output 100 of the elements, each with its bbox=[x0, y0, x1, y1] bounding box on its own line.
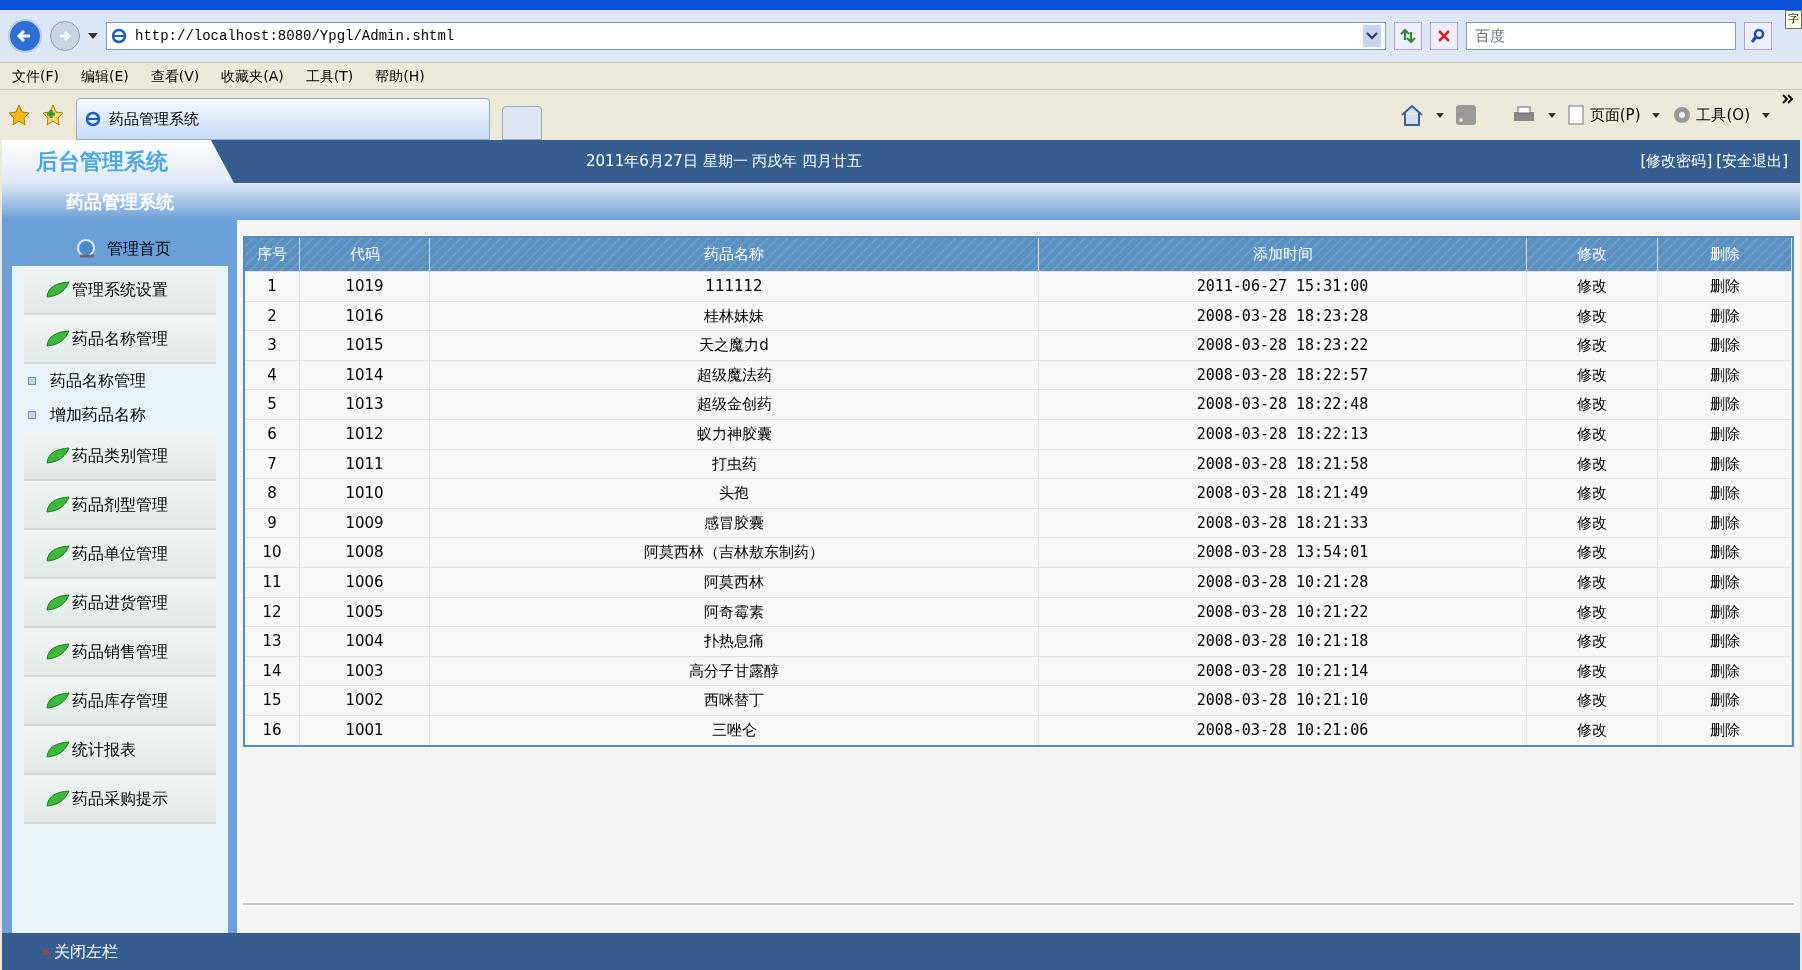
chevron-icon[interactable] bbox=[1782, 94, 1794, 104]
dropdown-icon bbox=[1762, 112, 1770, 118]
delete-link[interactable]: 删除 bbox=[1658, 449, 1792, 479]
stop-button[interactable] bbox=[1430, 22, 1458, 50]
home-icon[interactable] bbox=[1399, 104, 1424, 126]
edit-link[interactable]: 修改 bbox=[1527, 272, 1658, 301]
edit-link[interactable]: 修改 bbox=[1527, 686, 1658, 715]
leaf-icon bbox=[46, 446, 70, 465]
delete-link[interactable]: 删除 bbox=[1658, 715, 1792, 745]
table-cell: 三唑仑 bbox=[430, 715, 1039, 745]
table-cell: 2008-03-28 10:21:06 bbox=[1039, 715, 1527, 745]
table-cell: 14 bbox=[245, 656, 300, 686]
edit-link[interactable]: 修改 bbox=[1527, 715, 1658, 745]
sidebar-item[interactable]: 管理系统设置 bbox=[24, 266, 216, 315]
table-cell: 2008-03-28 18:21:33 bbox=[1039, 508, 1527, 538]
table-cell: 感冒胶囊 bbox=[430, 508, 1039, 538]
delete-link[interactable]: 删除 bbox=[1658, 538, 1792, 567]
command-button[interactable]: 页面(P) bbox=[1567, 103, 1661, 127]
back-button[interactable] bbox=[8, 19, 42, 53]
table-cell: 1001 bbox=[300, 715, 430, 745]
sidebar-item[interactable]: 药品单位管理 bbox=[24, 530, 216, 579]
header-link[interactable]: [修改密码] bbox=[1640, 150, 1713, 173]
delete-link[interactable]: 删除 bbox=[1658, 627, 1792, 656]
table-cell: 2008-03-28 18:23:22 bbox=[1039, 331, 1527, 360]
home-link[interactable]: 管理首页 bbox=[12, 232, 234, 266]
edit-link[interactable]: 修改 bbox=[1527, 627, 1658, 656]
delete-link[interactable]: 删除 bbox=[1658, 567, 1792, 597]
sidebar-item[interactable]: 药品名称管理 bbox=[24, 315, 216, 364]
delete-link[interactable]: 删除 bbox=[1658, 390, 1792, 419]
delete-link[interactable]: 删除 bbox=[1658, 301, 1792, 331]
command-button[interactable]: 工具(O) bbox=[1672, 103, 1770, 127]
close-sidebar-link[interactable]: 关闭左栏 bbox=[54, 939, 118, 964]
search-field[interactable]: 百度 bbox=[1466, 22, 1736, 50]
table-cell: 超级魔法药 bbox=[430, 360, 1039, 390]
menu-item[interactable]: 帮助(H) bbox=[375, 65, 425, 87]
delete-link[interactable]: 删除 bbox=[1658, 479, 1792, 508]
table-cell: 2008-03-28 10:21:10 bbox=[1039, 686, 1527, 715]
forward-button[interactable] bbox=[50, 21, 80, 51]
star-icon[interactable] bbox=[8, 104, 30, 126]
edit-link[interactable]: 修改 bbox=[1527, 449, 1658, 479]
sidebar-subitem[interactable]: 药品名称管理 bbox=[24, 364, 216, 398]
close-icon bbox=[1437, 29, 1451, 43]
refresh-button[interactable] bbox=[1394, 22, 1422, 50]
browser-tab[interactable]: 药品管理系统 bbox=[76, 98, 490, 140]
table-cell: 1006 bbox=[300, 567, 430, 597]
delete-link[interactable]: 删除 bbox=[1658, 360, 1792, 390]
search-button[interactable] bbox=[1744, 22, 1772, 50]
edit-link[interactable]: 修改 bbox=[1527, 656, 1658, 686]
gear-icon bbox=[1672, 105, 1693, 125]
column-header: 添加时间 bbox=[1039, 238, 1527, 271]
table-cell: 1009 bbox=[300, 508, 430, 538]
sidebar-item[interactable]: 药品销售管理 bbox=[24, 628, 216, 677]
edit-link[interactable]: 修改 bbox=[1527, 597, 1658, 627]
delete-link[interactable]: 删除 bbox=[1658, 272, 1792, 301]
table-cell: 2008-03-28 10:21:22 bbox=[1039, 597, 1527, 627]
leaf-icon bbox=[46, 280, 70, 299]
edit-link[interactable]: 修改 bbox=[1527, 301, 1658, 331]
sidebar-item[interactable]: 药品进货管理 bbox=[24, 579, 216, 628]
table-cell: 1003 bbox=[300, 656, 430, 686]
delete-link[interactable]: 删除 bbox=[1658, 419, 1792, 449]
delete-link[interactable]: 删除 bbox=[1658, 597, 1792, 627]
menu-item[interactable]: 文件(F) bbox=[12, 65, 59, 87]
delete-link[interactable]: 删除 bbox=[1658, 686, 1792, 715]
tooltip: 字 bbox=[1785, 10, 1802, 29]
sidebar-item[interactable]: 统计报表 bbox=[24, 726, 216, 775]
sidebar-subitem[interactable]: 增加药品名称 bbox=[24, 398, 216, 432]
table-cell: 2008-03-28 18:22:57 bbox=[1039, 360, 1527, 390]
edit-link[interactable]: 修改 bbox=[1527, 567, 1658, 597]
header-link[interactable]: [安全退出] bbox=[1716, 150, 1788, 173]
edit-link[interactable]: 修改 bbox=[1527, 508, 1658, 538]
table-cell: 15 bbox=[245, 686, 300, 715]
table-cell: 1008 bbox=[300, 538, 430, 567]
leaf-icon bbox=[46, 740, 70, 759]
edit-link[interactable]: 修改 bbox=[1527, 479, 1658, 508]
edit-link[interactable]: 修改 bbox=[1527, 419, 1658, 449]
sidebar-item[interactable]: 药品类别管理 bbox=[24, 432, 216, 481]
menu-item[interactable]: 查看(V) bbox=[150, 65, 200, 87]
sidebar-item[interactable]: 药品剂型管理 bbox=[24, 481, 216, 530]
delete-link[interactable]: 删除 bbox=[1658, 331, 1792, 360]
table-cell: 1015 bbox=[300, 331, 430, 360]
delete-link[interactable]: 删除 bbox=[1658, 508, 1792, 538]
table-cell: 高分子甘露醇 bbox=[430, 656, 1039, 686]
table-cell: 13 bbox=[245, 627, 300, 656]
address-field[interactable]: http://localhost:8080/Ypgl/Admin.shtml bbox=[106, 22, 1386, 50]
delete-link[interactable]: 删除 bbox=[1658, 656, 1792, 686]
menu-item[interactable]: 收藏夹(A) bbox=[221, 65, 284, 87]
edit-link[interactable]: 修改 bbox=[1527, 331, 1658, 360]
dropdown-icon bbox=[1547, 112, 1556, 118]
edit-link[interactable]: 修改 bbox=[1527, 360, 1658, 390]
menu-item[interactable]: 工具(T) bbox=[305, 65, 354, 87]
edit-link[interactable]: 修改 bbox=[1527, 390, 1658, 419]
date-text: 2011年6月27日 星期一 丙戌年 四月廿五 bbox=[586, 151, 863, 173]
menu-item[interactable]: 编辑(E) bbox=[81, 65, 129, 87]
subheader-title: 药品管理系统 bbox=[66, 190, 174, 214]
edit-link[interactable]: 修改 bbox=[1527, 538, 1658, 567]
table-cell: 2011-06-27 15:31:00 bbox=[1039, 272, 1527, 301]
sidebar-item[interactable]: 药品库存管理 bbox=[24, 677, 216, 726]
table-cell: 111112 bbox=[430, 272, 1039, 301]
add-favorite-icon[interactable] bbox=[42, 104, 64, 126]
sidebar-item[interactable]: 药品采购提示 bbox=[24, 775, 216, 824]
